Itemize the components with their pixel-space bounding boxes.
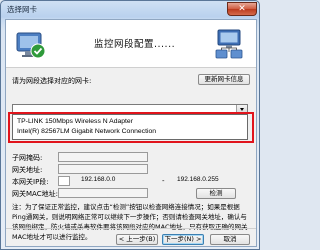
gateway-mac-field[interactable] xyxy=(58,188,148,198)
subnet-mask-field[interactable] xyxy=(58,152,148,162)
detect-button[interactable]: 检测 xyxy=(196,188,236,199)
gateway-address-field[interactable] xyxy=(58,164,148,174)
footer-divider xyxy=(6,228,256,229)
back-button-label: < 上一步(B) xyxy=(118,235,156,243)
gateway-mac-label: 网关MAC地址: xyxy=(12,190,58,198)
network-adapter-check-icon xyxy=(16,32,46,59)
title-bar[interactable]: 选择网卡 ✕ xyxy=(1,1,259,18)
dialog-body: 监控网段配置...... 请为网段选择对应的网卡: 更新网卡信息 TP-LINK… xyxy=(5,19,257,247)
ip-range-separator: - xyxy=(162,177,165,185)
ip-range-start[interactable]: 192.168.0.0 xyxy=(78,176,150,186)
ip-range-label: 本网关IP段: xyxy=(12,178,49,186)
refresh-adapter-button-label: 更新网卡信息 xyxy=(204,75,244,83)
header-banner: 监控网段配置...... xyxy=(6,20,256,68)
detect-button-label: 检测 xyxy=(209,189,223,197)
banner-title: 监控网段配置...... xyxy=(94,39,176,50)
ip-range-checkbox[interactable] xyxy=(58,176,70,186)
back-button[interactable]: < 上一步(B) xyxy=(116,234,158,245)
next-button-label: 下一步(N) > xyxy=(164,235,202,243)
gateway-address-label: 网关地址: xyxy=(12,166,43,174)
network-computers-icon xyxy=(215,29,243,59)
close-button[interactable]: ✕ xyxy=(227,2,257,16)
ip-range-end[interactable]: 192.168.0.255 xyxy=(174,176,248,186)
select-adapter-dialog: 选择网卡 ✕ 监控网段配置...... 请为网段选择对应的网卡: 更新网卡信息 … xyxy=(0,0,260,250)
refresh-adapter-button[interactable]: 更新网卡信息 xyxy=(198,74,250,85)
adapter-prompt-label: 请为网段选择对应的网卡: xyxy=(12,77,92,85)
next-button[interactable]: 下一步(N) > xyxy=(162,234,204,245)
close-icon: ✕ xyxy=(238,4,246,14)
subnet-mask-label: 子网掩码: xyxy=(12,154,43,162)
cancel-button[interactable]: 取消 xyxy=(210,234,250,245)
annotation-highlight-frame xyxy=(8,112,254,143)
cancel-button-label: 取消 xyxy=(223,235,237,243)
window-title: 选择网卡 xyxy=(7,5,37,14)
